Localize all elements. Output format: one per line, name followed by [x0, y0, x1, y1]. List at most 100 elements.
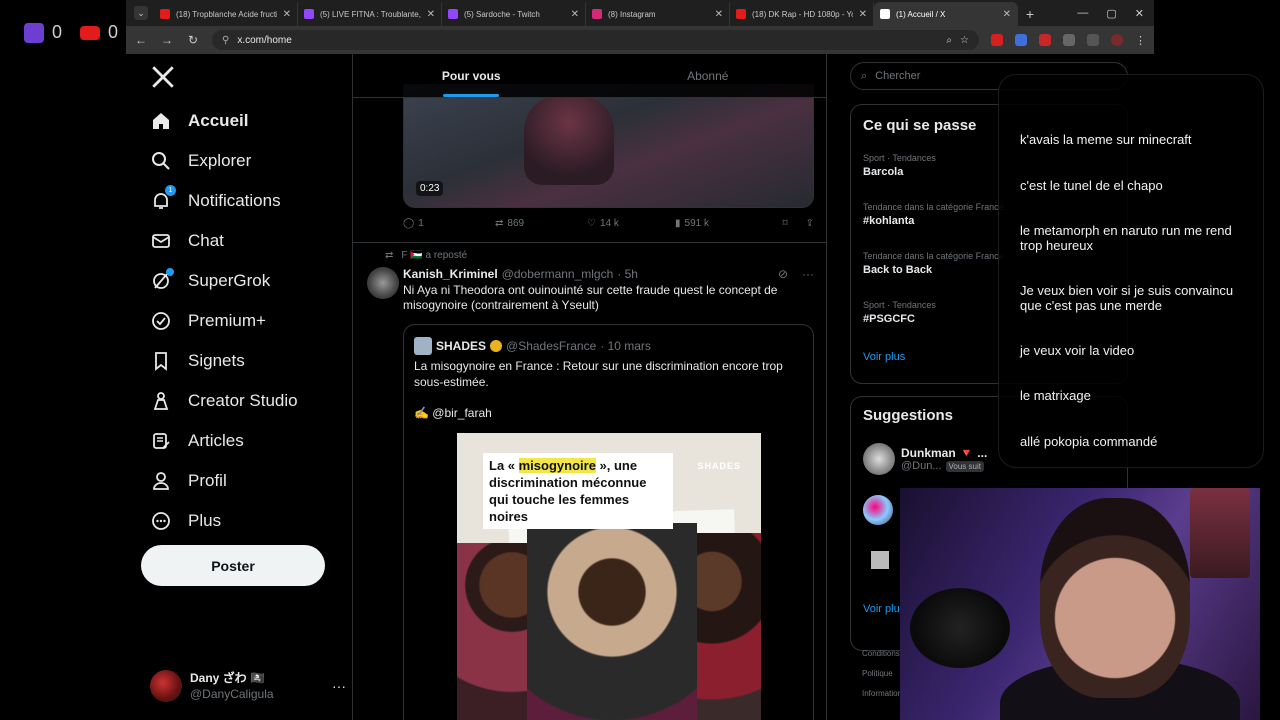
- divider: [353, 242, 826, 243]
- twitch-viewers: 0: [24, 22, 62, 43]
- avatar[interactable]: [367, 267, 399, 299]
- more-options-icon[interactable]: ···: [332, 678, 346, 694]
- new-tab-icon[interactable]: +: [1018, 2, 1042, 26]
- show-more-link[interactable]: Voir plus: [863, 603, 905, 615]
- reply-button[interactable]: ◯ 1: [403, 218, 495, 229]
- suggestions-title: Suggestions: [863, 407, 954, 424]
- pdf-extension-icon[interactable]: [991, 33, 1003, 46]
- nav-item-accueil[interactable]: Accueil: [150, 110, 248, 132]
- home-icon: [150, 110, 172, 132]
- nav-label: Plus: [188, 511, 222, 530]
- nav-item-plus[interactable]: Plus: [150, 510, 221, 532]
- media-icon[interactable]: [1087, 33, 1099, 46]
- more-options-icon[interactable]: ···: [802, 267, 814, 281]
- repost-button[interactable]: ⇄ 869: [495, 218, 587, 229]
- nav-label: Chat: [188, 231, 224, 250]
- tab-abonne[interactable]: Abonné: [590, 54, 827, 97]
- nav-item-profil[interactable]: Profil: [150, 470, 227, 492]
- bookmark-icon[interactable]: ⌑: [782, 218, 787, 229]
- maximize-icon[interactable]: ▢: [1106, 7, 1116, 20]
- tweet-author-name[interactable]: Kanish_Kriminel: [403, 267, 498, 281]
- close-icon[interactable]: ✕: [715, 9, 723, 20]
- reload-icon[interactable]: ↻: [186, 33, 200, 47]
- avatar[interactable]: [863, 495, 893, 525]
- quote-text: La misogynoire en France : Retour sur un…: [414, 359, 783, 389]
- microphone: [910, 588, 1010, 668]
- browser-tab[interactable]: (18) Tropblanche Acide fructi ✕: [154, 2, 298, 26]
- nav-item-creator-studio[interactable]: Creator Studio: [150, 390, 298, 412]
- headline-pre: La «: [489, 458, 519, 473]
- reply-count: 1: [418, 218, 424, 229]
- tab-title: (5) Sardoche - Twitch: [464, 9, 540, 19]
- post-button[interactable]: Poster: [141, 545, 325, 586]
- tab-search-icon[interactable]: ⌄: [134, 6, 148, 20]
- nav-item-premium[interactable]: Premium+: [150, 310, 266, 332]
- nav-item-articles[interactable]: Articles: [150, 430, 244, 452]
- person-figure: [527, 523, 697, 720]
- back-icon[interactable]: ←: [134, 33, 148, 47]
- nav-item-notifications[interactable]: 1 Notifications: [150, 185, 281, 212]
- close-icon[interactable]: ✕: [859, 9, 867, 20]
- close-icon[interactable]: ✕: [427, 9, 435, 20]
- account-switcher[interactable]: Dany ざわ 🏴‍☠️ @DanyCaligula ···: [150, 664, 346, 708]
- grok-icon[interactable]: ⊘: [778, 267, 788, 281]
- zoom-icon[interactable]: ⌕: [946, 35, 952, 46]
- search-icon: ⌕: [861, 69, 868, 82]
- tab-pour-vous[interactable]: Pour vous: [353, 54, 590, 97]
- extension-icon[interactable]: [1015, 33, 1027, 46]
- puzzle-icon[interactable]: [1063, 33, 1075, 46]
- views-button[interactable]: ▮ 591 k: [675, 218, 709, 229]
- chat-message: je veux voir la video: [1020, 343, 1135, 358]
- tweet-author-handle[interactable]: @dobermann_mlgch: [502, 267, 614, 281]
- suggestion-handle-row: @Dun... Vous suit: [901, 460, 987, 472]
- chat-message: Je veux bien voir si je suis convaincu q…: [1020, 283, 1234, 313]
- timeline: Pour vous Abonné 0:23 ◯ 1 ⇄ 869 ♡ 14 k ▮…: [352, 54, 827, 720]
- avatar: [863, 443, 895, 475]
- profile-avatar-icon[interactable]: [1111, 33, 1123, 46]
- quote-header: SHADES @ShadesFrance · 10 mars: [414, 337, 651, 355]
- close-window-icon[interactable]: ✕: [1135, 7, 1144, 20]
- quoted-tweet[interactable]: SHADES @ShadesFrance · 10 mars La misogy…: [403, 324, 814, 720]
- follows-you-badge: Vous suit: [945, 461, 984, 472]
- url-field[interactable]: ⚲ x.com/home ⌕ ☆: [212, 30, 979, 50]
- nav-item-signets[interactable]: Signets: [150, 350, 245, 372]
- avatar[interactable]: [871, 551, 889, 569]
- close-icon[interactable]: ✕: [283, 9, 291, 20]
- quote-image[interactable]: La « misogynoire », une discrimination m…: [457, 433, 761, 720]
- account-text: Dany ざわ 🏴‍☠️ @DanyCaligula: [190, 670, 324, 702]
- background-shelf: [1190, 488, 1250, 578]
- chat-message: allé pokopia commandé: [1020, 434, 1158, 449]
- nav-label: SuperGrok: [188, 271, 271, 290]
- show-more-link[interactable]: Voir plus: [863, 351, 905, 363]
- nav-label: Creator Studio: [188, 391, 298, 410]
- youtube-favicon-icon: [736, 9, 746, 19]
- extension-icon[interactable]: [1039, 33, 1051, 46]
- bookmark-star-icon[interactable]: ☆: [960, 35, 969, 46]
- nav-label: Explorer: [188, 151, 252, 170]
- forward-icon[interactable]: →: [160, 33, 174, 47]
- chat-message: le matrixage: [1020, 388, 1091, 403]
- profile-icon: [150, 470, 172, 492]
- tweet-time[interactable]: · 5h: [617, 267, 638, 281]
- nav-item-supergrok[interactable]: SuperGrok: [150, 268, 271, 292]
- browser-tab-active[interactable]: (1) Accueil / X ✕: [874, 2, 1018, 26]
- browser-tab[interactable]: (5) LIVE FITNA : Troublante, P ✕: [298, 2, 442, 26]
- browser-tab[interactable]: (5) Sardoche - Twitch ✕: [442, 2, 586, 26]
- video-player[interactable]: 0:23: [403, 84, 814, 208]
- minimize-icon[interactable]: —: [1077, 7, 1088, 20]
- browser-tab[interactable]: (8) Instagram ✕: [586, 2, 730, 26]
- nav-item-chat[interactable]: Chat: [150, 230, 224, 252]
- menu-icon[interactable]: ⋮: [1135, 34, 1146, 47]
- youtube-favicon-icon: [160, 9, 170, 19]
- browser-tab[interactable]: (18) DK Rap - HD 1080p - You ✕: [730, 2, 874, 26]
- close-icon[interactable]: ✕: [571, 9, 579, 20]
- share-icon[interactable]: ⇪: [806, 218, 814, 229]
- nav-label: Profil: [188, 471, 227, 490]
- repost-indicator[interactable]: ⇄ F 🇵🇸 a reposté: [385, 250, 467, 261]
- x-logo-icon[interactable]: [150, 64, 176, 90]
- nav-item-explorer[interactable]: Explorer: [150, 150, 251, 172]
- like-button[interactable]: ♡ 14 k: [587, 218, 675, 229]
- tweet-header: Kanish_Kriminel @dobermann_mlgch · 5h ⊘ …: [403, 267, 814, 281]
- site-info-icon[interactable]: ⚲: [222, 35, 229, 46]
- close-icon[interactable]: ✕: [1003, 9, 1011, 20]
